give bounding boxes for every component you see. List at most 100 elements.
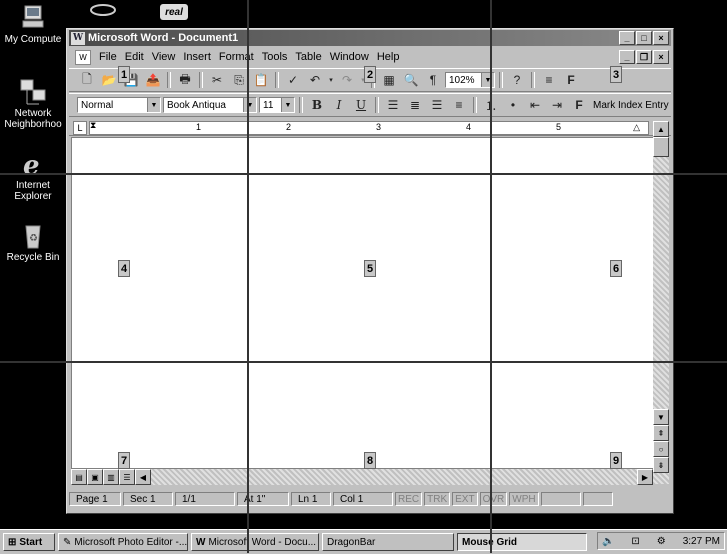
next-page-icon[interactable]: ⇟: [653, 457, 669, 473]
bullets-icon[interactable]: •: [503, 96, 523, 114]
style-select[interactable]: Normal ▼: [77, 97, 161, 113]
undo-dropdown-icon[interactable]: ▾: [327, 71, 335, 89]
menu-insert[interactable]: Insert: [179, 51, 215, 63]
paste-icon[interactable]: 📋: [251, 71, 271, 89]
desktop-icon-recycle-bin[interactable]: ♻ Recycle Bin: [0, 222, 66, 263]
bold-button[interactable]: B: [307, 96, 327, 114]
start-button[interactable]: ⊞ Start: [3, 533, 55, 551]
print-icon[interactable]: 🖶: [175, 71, 195, 89]
cut-icon[interactable]: ✂: [207, 71, 227, 89]
horizontal-scrollbar[interactable]: ▤ ▣ ▥ ☰ ◀ ▶: [71, 469, 653, 485]
menu-format[interactable]: Format: [215, 51, 258, 63]
network-icon[interactable]: ⊡: [631, 536, 639, 547]
taskbar-photo-editor[interactable]: ✎ Microsoft Photo Editor -...: [58, 533, 188, 551]
taskbar-dragonbar[interactable]: DragonBar: [322, 533, 454, 551]
increase-indent-icon[interactable]: ⇥: [547, 96, 567, 114]
title-bar[interactable]: W Microsoft Word - Document1 _ □ ×: [69, 30, 671, 46]
normal-view-icon[interactable]: ▤: [71, 469, 87, 485]
grid-cell-8[interactable]: 8: [364, 452, 376, 469]
status-wph[interactable]: WPH: [509, 492, 539, 506]
close-button[interactable]: ×: [653, 31, 669, 45]
maximize-button[interactable]: □: [636, 31, 652, 45]
menu-view[interactable]: View: [148, 51, 180, 63]
previous-page-icon[interactable]: ⇞: [653, 425, 669, 441]
horizontal-ruler[interactable]: L 1 2 3 4 5 ⧗ △: [69, 119, 671, 136]
print-layout-view-icon[interactable]: ▥: [103, 469, 119, 485]
real-player-icon[interactable]: real: [160, 4, 188, 20]
redo-icon[interactable]: ↷: [337, 71, 357, 89]
status-ovr[interactable]: OVR: [479, 492, 508, 506]
menu-file[interactable]: File: [95, 51, 121, 63]
columns-icon[interactable]: ▦: [379, 71, 399, 89]
align-left-icon[interactable]: ☰: [383, 96, 403, 114]
photo-editor-icon: ✎: [63, 536, 72, 548]
scroll-thumb[interactable]: [653, 137, 669, 157]
vertical-scrollbar[interactable]: ▲ ▼ ⇞ ○ ⇟: [653, 121, 669, 484]
document-icon[interactable]: W: [75, 49, 91, 65]
grid-cell-7[interactable]: 7: [118, 452, 130, 469]
clock[interactable]: 3:27 PM: [683, 536, 720, 547]
open-folder-icon[interactable]: 📂: [99, 71, 119, 89]
desktop-icon-internet-explorer[interactable]: e Internet Explorer: [0, 150, 66, 202]
undo-icon[interactable]: ↶: [305, 71, 325, 89]
scroll-right-icon[interactable]: ▶: [637, 469, 653, 485]
indent-marker-icon[interactable]: ⧗: [90, 120, 96, 131]
menu-edit[interactable]: Edit: [121, 51, 148, 63]
outline-view-icon[interactable]: ☰: [119, 469, 135, 485]
zoom-select[interactable]: 102% ▼: [445, 72, 495, 88]
mark-index-entry-button[interactable]: Mark Index Entry: [593, 100, 669, 111]
grid-cell-1[interactable]: 1: [118, 66, 130, 83]
grid-cell-9[interactable]: 9: [610, 452, 622, 469]
minimize-button[interactable]: _: [619, 31, 635, 45]
grid-cell-3[interactable]: 3: [610, 66, 622, 83]
taskbar-word[interactable]: W Microsoft Word - Docu...: [191, 533, 319, 551]
new-document-icon[interactable]: 🗋: [77, 71, 97, 89]
document-page[interactable]: [71, 137, 655, 469]
select-browse-object-icon[interactable]: ○: [653, 441, 669, 457]
scroll-up-icon[interactable]: ▲: [653, 121, 669, 137]
menu-table[interactable]: Table: [291, 51, 325, 63]
status-trk[interactable]: TRK: [424, 492, 451, 506]
doc-close-button[interactable]: ×: [653, 50, 669, 64]
italic-button[interactable]: I: [329, 96, 349, 114]
show-hide-icon[interactable]: ¶: [423, 71, 443, 89]
font-f-icon[interactable]: F: [569, 96, 589, 114]
tab-selector-icon[interactable]: L: [73, 121, 87, 135]
decrease-indent-icon[interactable]: ⇤: [525, 96, 545, 114]
dragon-icon[interactable]: ⚙: [657, 536, 666, 547]
scroll-left-icon[interactable]: ◀: [135, 469, 151, 485]
doc-minimize-button[interactable]: _: [619, 50, 635, 64]
menu-window[interactable]: Window: [326, 51, 373, 63]
desktop-icon-shortcut[interactable]: [88, 2, 118, 18]
status-ext[interactable]: EXT: [452, 492, 478, 506]
copy-icon[interactable]: ⎘: [229, 71, 249, 89]
desktop-icon-my-computer[interactable]: My Compute: [0, 4, 66, 45]
grid-cell-2[interactable]: 2: [364, 66, 376, 83]
font-f-icon[interactable]: F: [561, 71, 581, 89]
web-layout-view-icon[interactable]: ▣: [87, 469, 103, 485]
font-size-select[interactable]: 11 ▼: [259, 97, 295, 113]
right-indent-marker-icon[interactable]: △: [633, 122, 640, 133]
list-icon[interactable]: ≡: [539, 71, 559, 89]
align-right-icon[interactable]: ☰: [427, 96, 447, 114]
underline-button[interactable]: U: [351, 96, 371, 114]
volume-icon[interactable]: 🔈: [602, 536, 614, 547]
align-center-icon[interactable]: ≣: [405, 96, 425, 114]
grid-cell-4[interactable]: 4: [118, 260, 130, 277]
spelling-icon[interactable]: ✓: [283, 71, 303, 89]
doc-restore-button[interactable]: ❐: [636, 50, 652, 64]
publish-icon[interactable]: 📤: [143, 71, 163, 89]
desktop-icon-network-neighborhood[interactable]: Network Neighborhoo: [0, 78, 66, 130]
grid-cell-6[interactable]: 6: [610, 260, 622, 277]
help-icon[interactable]: ?: [507, 71, 527, 89]
grid-cell-5[interactable]: 5: [364, 260, 376, 277]
status-rec[interactable]: REC: [395, 492, 423, 506]
menu-tools[interactable]: Tools: [258, 51, 292, 63]
word-app-icon[interactable]: W: [71, 31, 85, 45]
print-preview-icon[interactable]: 🔍: [401, 71, 421, 89]
scroll-down-icon[interactable]: ▼: [653, 409, 669, 425]
menu-help[interactable]: Help: [373, 51, 404, 63]
font-select[interactable]: Book Antiqua ▼: [163, 97, 257, 113]
taskbar-mouse-grid[interactable]: Mouse Grid: [457, 533, 587, 551]
justify-icon[interactable]: ≡: [449, 96, 469, 114]
